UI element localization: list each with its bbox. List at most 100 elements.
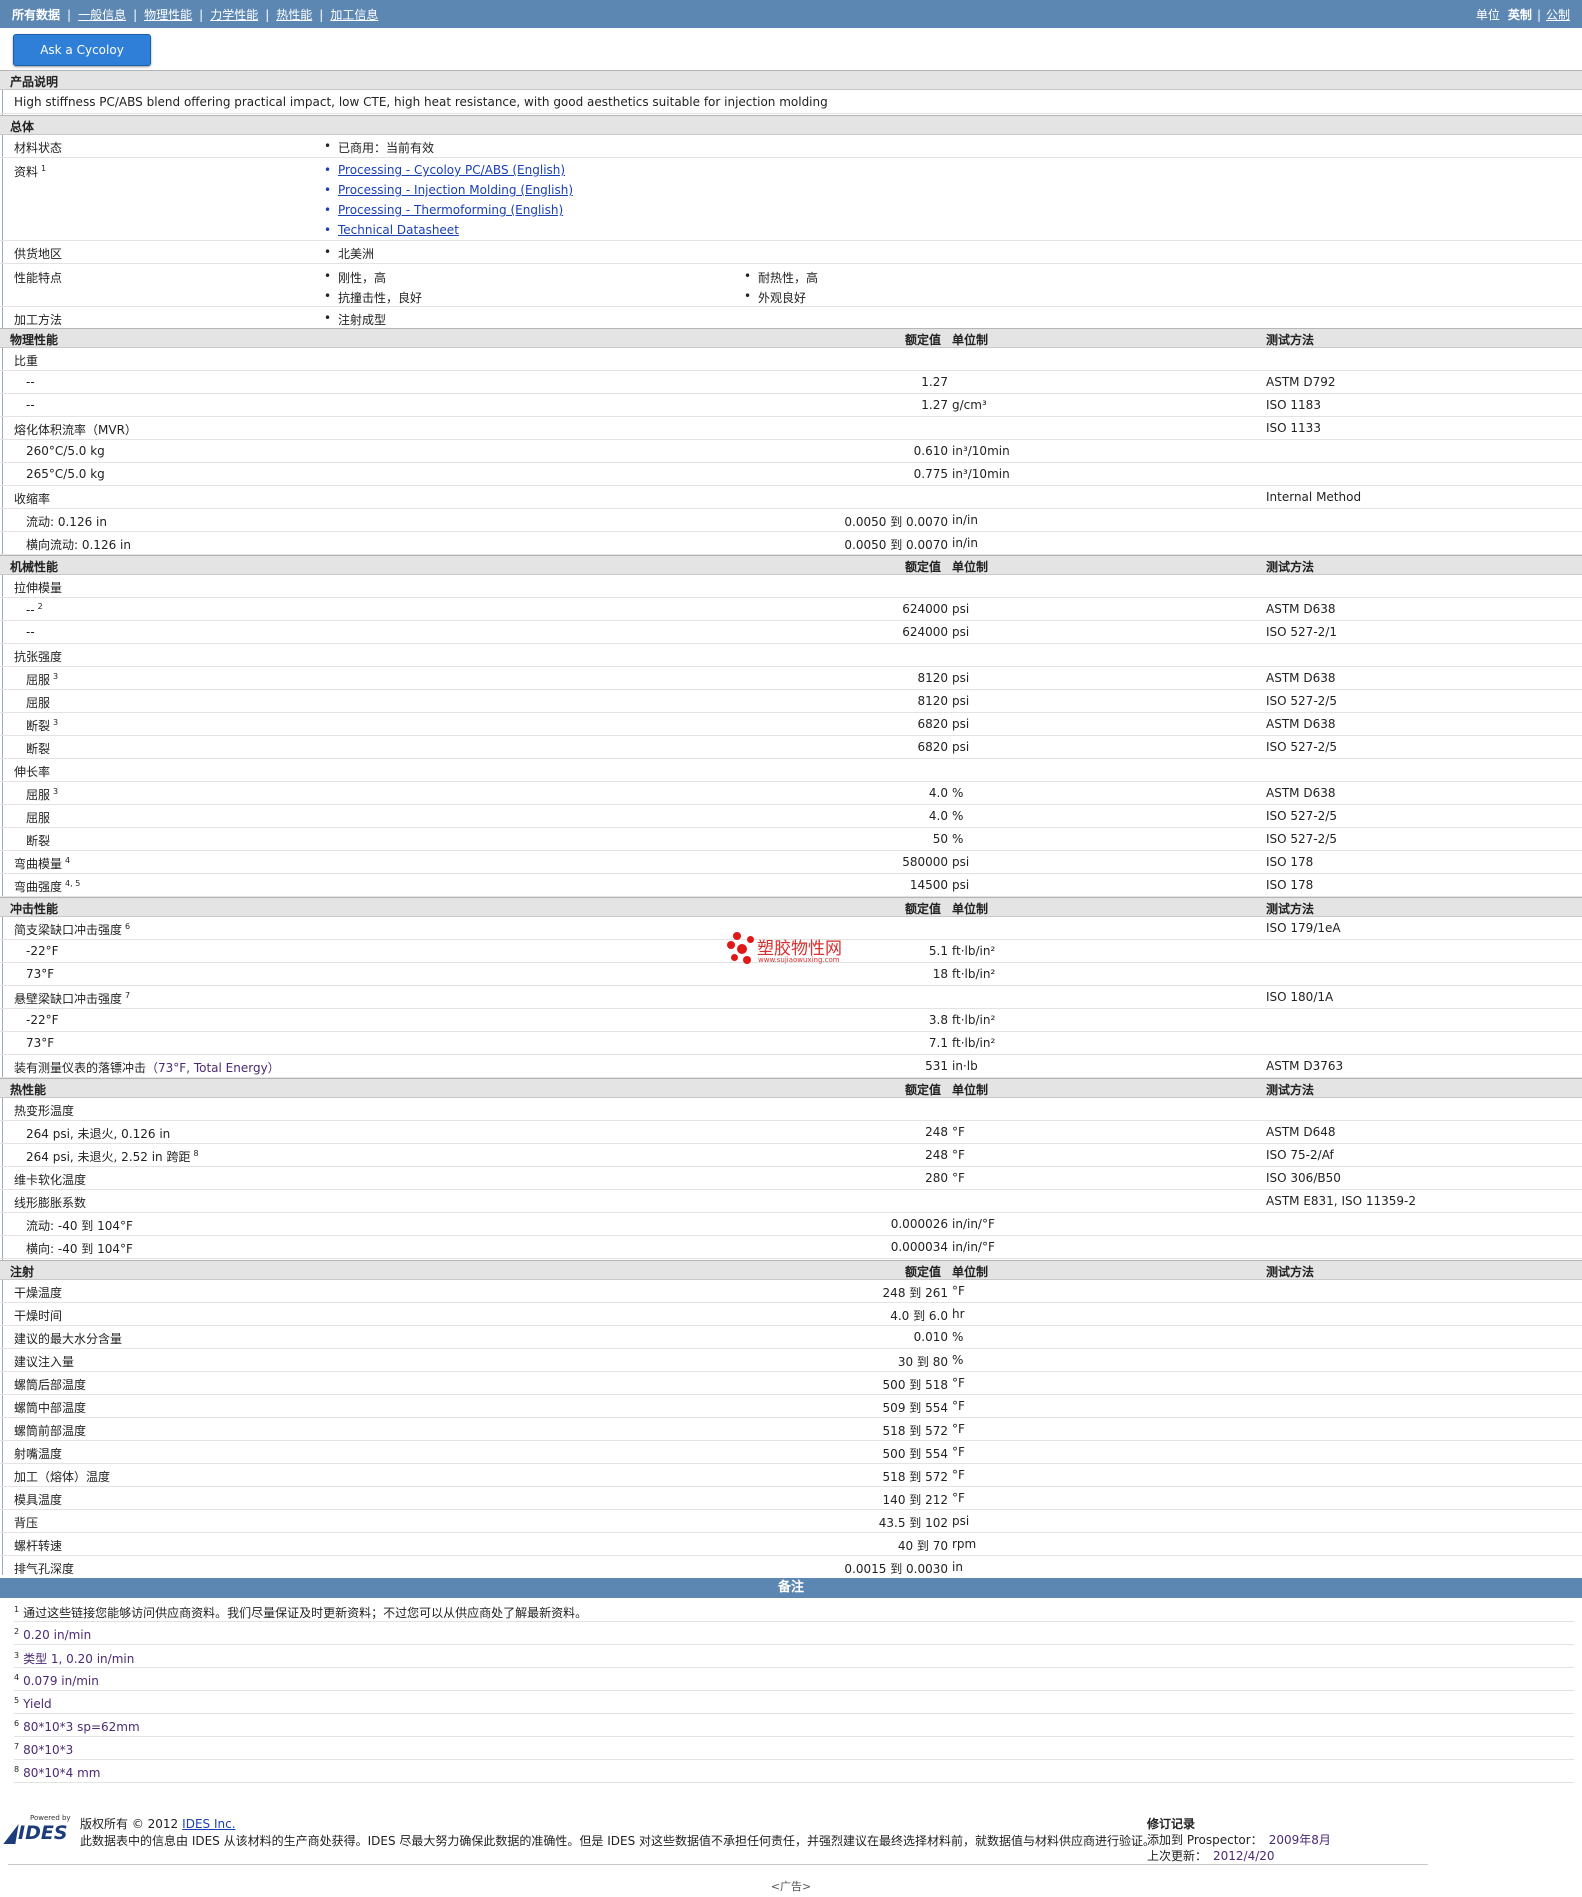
row-label-text: 线形膨胀系数 xyxy=(14,1196,87,1210)
footnote-number: 7 xyxy=(14,1742,20,1751)
watermark-dot xyxy=(733,932,741,940)
section-physical: 物理性能 额定值 单位制 测试方法 xyxy=(0,328,1582,348)
col-header-nominal: 额定值 xyxy=(905,902,942,916)
row-value: 4.0 xyxy=(928,786,948,800)
row-value: 40 到 70 xyxy=(897,1539,948,1553)
row-label-text: 屈服 xyxy=(26,811,51,825)
units-label: 单位 xyxy=(1475,8,1500,22)
section-mechanical: 机械性能 额定值 单位制 测试方法 xyxy=(0,555,1582,575)
row-label: 弯曲模量 4 xyxy=(14,855,70,872)
row-label-text: 加工（熔体）温度 xyxy=(14,1470,111,1484)
table-row: 螺筒中部温度 509 到 554 °F xyxy=(0,1394,1582,1418)
row-unit: ft·lb/in² xyxy=(952,944,996,958)
ask-engineer-button[interactable]: Ask a Cycoloy Engineer xyxy=(13,34,151,87)
feature-item: 耐热性，高 xyxy=(744,269,818,286)
document-link[interactable]: Processing - Injection Molding (English) xyxy=(324,183,573,197)
row-label: 建议的最大水分含量 xyxy=(14,1330,122,1347)
row-value: 624000 xyxy=(902,602,948,616)
nav-tab-4[interactable]: 热性能 xyxy=(276,8,312,22)
row-unit: hr xyxy=(952,1307,965,1321)
unit-english-option[interactable]: 英制 xyxy=(1508,8,1532,22)
row-test-method: ISO 527-2/5 xyxy=(1266,694,1337,708)
col-header-method: 测试方法 xyxy=(1266,1265,1315,1279)
row-label: 73°F xyxy=(26,967,54,981)
nav-tab-2[interactable]: 物理性能 xyxy=(144,8,192,22)
row-unit: °F xyxy=(952,1468,965,1482)
footnote-item: 6 80*10*3 sp=62mm xyxy=(14,1713,1574,1737)
row-label-text: 螺筒中部温度 xyxy=(14,1401,87,1415)
row-label: 热变形温度 xyxy=(14,1102,74,1119)
col-header-nominal: 额定值 xyxy=(905,1083,942,1097)
table-row: 屈服 3 8120 psi ASTM D638 xyxy=(0,666,1582,690)
row-label-text: 屈服 xyxy=(26,673,51,687)
nav-tab-1[interactable]: 一般信息 xyxy=(78,8,126,22)
row-unit: psi xyxy=(952,671,970,685)
row-label: 模具温度 xyxy=(14,1491,62,1508)
table-row: 干燥温度 248 到 261 °F xyxy=(0,1279,1582,1303)
nav-tab-5[interactable]: 加工信息 xyxy=(330,8,378,22)
col-header-unit: 单位制 xyxy=(952,1265,989,1279)
row-unit: % xyxy=(952,809,964,823)
footnote-ref: 3 xyxy=(53,672,59,681)
document-link[interactable]: Technical Datasheet xyxy=(324,223,459,237)
footnote-item: 5 Yield xyxy=(14,1690,1574,1714)
row-label-text: 收缩率 xyxy=(14,492,51,506)
row-test-method: ISO 1183 xyxy=(1266,398,1321,412)
row-test-method: ISO 306/B50 xyxy=(1266,1171,1341,1185)
row-label: 横向流动: 0.126 in xyxy=(26,536,131,553)
row-value: 1.27 xyxy=(921,398,948,412)
row-label-text: 热变形温度 xyxy=(14,1104,75,1118)
row-label-text: 流动: 0.126 in xyxy=(26,515,107,529)
row-label-text: -- xyxy=(26,398,35,412)
ides-logo: Powered by IDES xyxy=(3,1814,74,1848)
row-unit: % xyxy=(952,1330,964,1344)
row-label-text: 抗张强度 xyxy=(14,650,63,664)
col-header-nominal: 额定值 xyxy=(905,560,942,574)
row-label-text: 横向: -40 到 104°F xyxy=(26,1242,133,1256)
footnote-text-wrap: 7 80*10*3 xyxy=(14,1742,73,1757)
row-test-method: ISO 527-2/1 xyxy=(1266,625,1337,639)
col-header-unit: 单位制 xyxy=(952,560,989,574)
docs-row: 资料1 Processing - Cycoloy PC/ABS (English)… xyxy=(0,158,1582,241)
document-link[interactable]: Processing - Cycoloy PC/ABS (English) xyxy=(324,163,565,177)
col-header-unit: 单位制 xyxy=(952,1083,989,1097)
nav-tab-3[interactable]: 力学性能 xyxy=(210,8,258,22)
advertisement-label: <广告> xyxy=(770,1880,812,1893)
row-label: 抗张强度 xyxy=(14,648,62,665)
row-test-method: ISO 527-2/5 xyxy=(1266,832,1337,846)
row-label: 弯曲强度 4, 5 xyxy=(14,878,80,895)
ides-company-link[interactable]: IDES Inc. xyxy=(182,1817,235,1831)
mvr-row: 熔化体积流率（MVR） ISO 1133 xyxy=(0,416,1582,440)
row-label: 装有测量仪表的落镖冲击（73°F, Total Energy） xyxy=(14,1059,280,1076)
footnote-text: 0.079 in/min xyxy=(23,1674,99,1688)
watermark-dot xyxy=(731,954,738,961)
footnote-number: 1 xyxy=(14,1605,20,1614)
row-label: 干燥温度 xyxy=(14,1284,62,1301)
footnote-ref: 7 xyxy=(125,991,131,1000)
section-mechanical-title: 机械性能 xyxy=(10,560,59,574)
footnote-text-wrap: 5 Yield xyxy=(14,1696,52,1711)
features-label: 性能特点 xyxy=(14,271,63,285)
footnote-number: 2 xyxy=(14,1627,20,1636)
row-unit: % xyxy=(952,786,964,800)
row-label: 264 psi, 未退火, 2.52 in 跨距 8 xyxy=(26,1148,199,1165)
region-value: 北美洲 xyxy=(324,245,374,262)
row-value: 14500 xyxy=(909,878,948,892)
powered-by-text: Powered by xyxy=(30,1814,71,1822)
row-value: 5.1 xyxy=(928,944,948,958)
unit-metric-link[interactable]: 公制 xyxy=(1546,8,1570,22)
tensile-strength-row: 抗张强度 xyxy=(0,643,1582,667)
row-label: 断裂 3 xyxy=(26,717,58,734)
row-label-text: 模具温度 xyxy=(14,1493,63,1507)
row-label-text: -- xyxy=(26,625,35,639)
row-value: 500 到 554 xyxy=(882,1447,948,1461)
table-row: 265°C/5.0 kg 0.775 in³/10min xyxy=(0,462,1582,486)
table-row: 断裂 3 6820 psi ASTM D638 xyxy=(0,712,1582,736)
row-value: 518 到 572 xyxy=(882,1424,948,1438)
watermark: 塑胶物性网 www.sujiaowuxing.com xyxy=(727,932,907,968)
table-row: 流动: -40 到 104°F 0.000026 in/in/°F xyxy=(0,1212,1582,1236)
row-value: 0.000026 xyxy=(890,1217,948,1231)
document-link[interactable]: Processing - Thermoforming (English) xyxy=(324,203,563,217)
footnote-text: 类型 1, 0.20 in/min xyxy=(23,1652,135,1666)
nav-tab-0[interactable]: 所有数据 xyxy=(12,8,60,22)
